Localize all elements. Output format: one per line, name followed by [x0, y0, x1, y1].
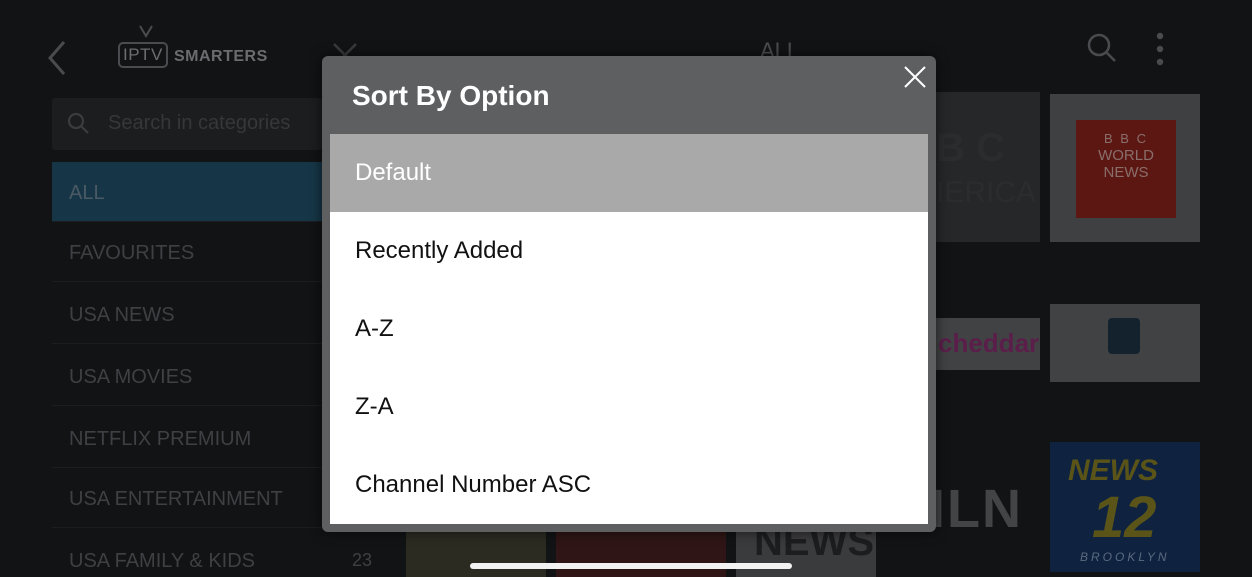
- category-item-usa-family-kids[interactable]: USA FAMILY & KIDS: [52, 530, 322, 577]
- option-label: Channel Number ASC: [355, 471, 592, 498]
- sort-option-z-a[interactable]: Z-A: [330, 368, 928, 446]
- category-item-usa-entertainment[interactable]: USA ENTERTAINMENT: [52, 468, 322, 528]
- search-icon: [67, 112, 89, 134]
- category-label: USA NEWS: [69, 304, 175, 326]
- category-label: USA FAMILY & KIDS: [69, 550, 255, 572]
- sort-option-recently-added[interactable]: Recently Added: [330, 212, 928, 290]
- category-item-usa-movies[interactable]: USA MOVIES: [52, 346, 322, 406]
- category-label: USA ENTERTAINMENT: [69, 488, 283, 510]
- sort-option-list: Default Recently Added A-Z Z-A Channel N…: [330, 134, 928, 524]
- category-search-input[interactable]: Search in categories: [52, 98, 322, 150]
- back-chevron-icon[interactable]: [40, 38, 80, 78]
- option-label: Recently Added: [355, 237, 524, 264]
- option-label: Z-A: [355, 393, 394, 420]
- home-indicator[interactable]: [470, 563, 792, 569]
- search-placeholder: Search in categories: [108, 112, 291, 134]
- logo-iptv-text: IPTV: [118, 42, 168, 68]
- logo-text: 12: [1092, 485, 1157, 550]
- channel-logo-text: IERICA: [936, 176, 1037, 209]
- channel-tile-news12[interactable]: NEWS 12 BROOKLYN: [1050, 442, 1200, 572]
- option-label: Default: [355, 159, 432, 186]
- more-options-icon[interactable]: [1150, 30, 1170, 70]
- category-label: ALL: [69, 182, 105, 204]
- kennedy-logo-icon: [1108, 318, 1140, 354]
- category-label: NETFLIX PREMIUM: [69, 428, 252, 450]
- category-item-all[interactable]: ALL: [52, 162, 322, 222]
- logo-text: WORLD: [1098, 147, 1154, 164]
- category-item-usa-news[interactable]: USA NEWS: [52, 284, 322, 344]
- sort-by-dialog: Sort By Option Default Recently Added A-…: [322, 56, 936, 532]
- channel-tile-cheddar[interactable]: cheddar: [930, 318, 1040, 370]
- category-label: USA MOVIES: [69, 366, 193, 388]
- antenna-icon: [139, 25, 153, 38]
- search-icon[interactable]: [1086, 32, 1118, 64]
- close-icon[interactable]: [900, 62, 930, 92]
- logo-text: NEWS: [1103, 164, 1149, 181]
- logo-text: NEWS: [1068, 454, 1158, 487]
- sort-option-channel-number-asc[interactable]: Channel Number ASC: [330, 446, 928, 524]
- channel-logo-text: cheddar: [938, 328, 1040, 358]
- app-screen: IPTV SMARTERS ALL Search in categories A…: [0, 0, 1252, 577]
- dialog-title: Sort By Option: [352, 80, 550, 111]
- sort-option-a-z[interactable]: A-Z: [330, 290, 928, 368]
- logo-brand-text: SMARTERS: [174, 48, 268, 65]
- channel-logo-text: B C: [936, 126, 1005, 170]
- category-count: 23: [352, 550, 373, 570]
- category-label: FAVOURITES: [69, 242, 195, 264]
- sort-option-default[interactable]: Default: [330, 134, 928, 212]
- option-label: A-Z: [355, 315, 394, 342]
- bbc-world-news-logo: B B C WORLD NEWS: [1076, 120, 1176, 218]
- channel-tile-kennedy[interactable]: [1050, 304, 1200, 382]
- logo-text: BROOKLYN: [1080, 550, 1170, 564]
- logo-text: B B C: [1104, 131, 1148, 146]
- category-item-favourites[interactable]: FAVOURITES: [52, 222, 322, 282]
- app-logo: IPTV SMARTERS: [118, 24, 288, 74]
- category-item-netflix-premium[interactable]: NETFLIX PREMIUM: [52, 408, 322, 468]
